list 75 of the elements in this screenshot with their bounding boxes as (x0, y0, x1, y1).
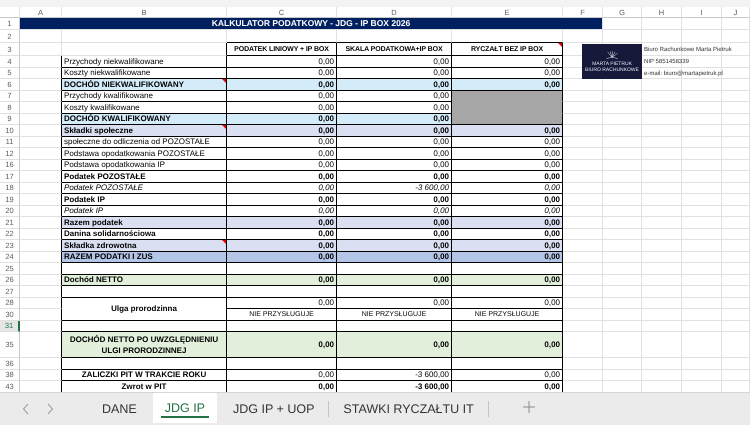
value-cell: 0,00 (337, 160, 452, 171)
value-cell: 0,00 (227, 182, 337, 194)
value-cell: 0,00 (452, 79, 563, 90)
sheet-tab[interactable]: STAWKI RYCZAŁTU IT (331, 396, 486, 422)
row-label: Podstawa opodatkowania IP (62, 160, 227, 171)
value-cell: 0,00 (337, 56, 452, 68)
value-cell: 0,00 (227, 217, 337, 228)
row-label: Podatek IP (62, 194, 227, 206)
row-label: RAZEM PODATKI I ZUS (62, 252, 227, 263)
sheet-tab[interactable]: DANE (90, 396, 149, 422)
row-label: Podstawa opodatkowania POZOSTAŁE (62, 148, 227, 160)
value-cell: 0,00 (227, 171, 337, 182)
value-cell: 0,00 (337, 252, 452, 263)
row-label: Podatek POZOSTAŁE (62, 182, 227, 194)
row-label: Razem podatek (62, 217, 227, 228)
row-label: DOCHÓD NIEKWALIFIKOWANY (62, 79, 227, 90)
row-label: Przychody niekwalifikowane (62, 56, 227, 68)
value-cell: 0,00 (452, 332, 563, 358)
row-label: DOCHÓD KWALIFIKOWANY (62, 114, 227, 125)
value-cell: 0,00 (337, 90, 452, 102)
value-cell: 0,00 (452, 298, 563, 309)
value-cell: 0,00 (337, 332, 452, 358)
row-label: ZALICZKI PIT W TRAKCIE ROKU (62, 370, 227, 381)
value-cell: 0,00 (227, 90, 337, 102)
value-cell: -3 600,00 (337, 370, 452, 381)
row-label: Składki społeczne (62, 125, 227, 136)
value-cell: 0,00 (227, 125, 337, 136)
value-cell: 0,00 (452, 171, 563, 182)
row-label: Dochód NETTO (62, 274, 227, 286)
value-cell: 0,00 (227, 114, 337, 125)
value-cell: 0,00 (452, 252, 563, 263)
row-label: Podatek POZOSTAŁE (62, 171, 227, 182)
row-label: DOCHÓD NETTO PO UWZGLĘDNIENIU ULGI PRORODZINNEJ (62, 332, 227, 358)
value-cell: 0,00 (227, 252, 337, 263)
row-label: Składka zdrowotna (62, 240, 227, 252)
value-cell: 0,00 (337, 171, 452, 182)
value-cell: 0,00 (452, 370, 563, 381)
value-cell: 0,00 (227, 194, 337, 206)
value-cell: 0,00 (452, 217, 563, 228)
value-cell: 0,00 (227, 79, 337, 90)
value-cell: 0,00 (227, 332, 337, 358)
value-cell: 0,00 (452, 182, 563, 194)
value-cell: 0,00 (227, 240, 337, 252)
value-cell: 0,00 (452, 240, 563, 252)
sheet-tab[interactable]: JDG IP (152, 393, 218, 423)
value-cell: 0,00 (452, 194, 563, 206)
value-cell: 0,00 (227, 298, 337, 309)
value-cell: 0,00 (337, 114, 452, 125)
row-label: Ulga prorodzinna (62, 298, 227, 320)
value-cell: 0,00 (227, 148, 337, 160)
value-cell: 0,00 (337, 194, 452, 206)
value-cell: -3 600,00 (337, 182, 452, 194)
value-cell: 0,00 (337, 240, 452, 252)
value-cell: 0,00 (452, 274, 563, 286)
value-cell: 0,00 (227, 160, 337, 171)
value-cell: 0,00 (227, 56, 337, 68)
row-label: Przychody kwalifikowane (62, 90, 227, 102)
value-cell: 0,00 (227, 274, 337, 286)
sheet-tab[interactable]: JDG IP + UOP (221, 396, 326, 422)
value-cell: 0,00 (337, 79, 452, 90)
value-cell: 0,00 (227, 136, 337, 148)
value-cell: 0,00 (337, 125, 452, 136)
value-cell: 0,00 (452, 56, 563, 68)
row-label: społeczne do odliczenia od POZOSTAŁE (62, 136, 227, 148)
value-cell: 0,00 (337, 148, 452, 160)
value-cell: 0,00 (337, 217, 452, 228)
value-cell: 0,00 (452, 148, 563, 160)
value-cell: 0,00 (452, 136, 563, 148)
value-cell: 0,00 (337, 136, 452, 148)
value-cell: 0,00 (337, 298, 452, 309)
value-cell: 0,00 (337, 274, 452, 286)
value-cell: 0,00 (227, 370, 337, 381)
value-cell: 0,00 (452, 125, 563, 136)
sheet-title: KALKULATOR PODATKOWY - JDG - IP BOX 2026 (20, 18, 603, 30)
value-cell: 0,00 (452, 160, 563, 171)
